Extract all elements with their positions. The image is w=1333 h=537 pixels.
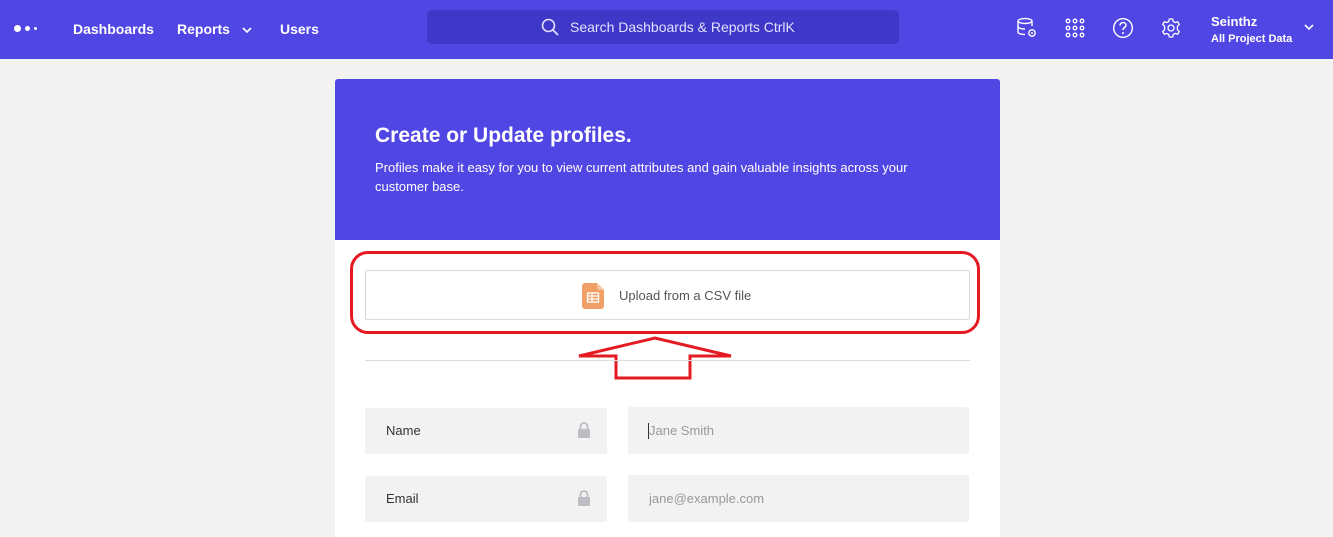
- nav-users[interactable]: Users: [280, 20, 319, 38]
- settings-gear-icon[interactable]: [1160, 17, 1182, 39]
- nav-reports-label: Reports: [177, 21, 230, 37]
- nav-reports[interactable]: Reports: [177, 20, 252, 38]
- nav-dashboards[interactable]: Dashboards: [73, 20, 154, 38]
- upload-csv-label: Upload from a CSV file: [619, 288, 752, 303]
- page-description: Profiles make it easy for you to view cu…: [375, 160, 908, 194]
- annotation-arrow-icon: [578, 336, 732, 380]
- name-field-label: Name: [365, 408, 607, 454]
- email-field-label: Email: [365, 476, 607, 522]
- email-label: Email: [386, 491, 419, 506]
- apps-grid-icon[interactable]: [1064, 17, 1086, 39]
- lock-icon: [578, 490, 590, 506]
- user-name: Seinthz: [1211, 14, 1258, 29]
- card-header: Create or Update profiles. Profiles make…: [335, 79, 1000, 240]
- section-divider: [365, 360, 970, 361]
- user-menu[interactable]: Seinthz All Project Data: [1211, 14, 1292, 46]
- search-placeholder: Search Dashboards & Reports CtrlK: [570, 19, 795, 35]
- search-bar[interactable]: Search Dashboards & Reports CtrlK: [427, 10, 899, 44]
- database-settings-icon[interactable]: [1016, 17, 1038, 39]
- name-input[interactable]: [628, 407, 969, 454]
- search-icon: [541, 18, 559, 36]
- lock-icon: [578, 422, 590, 438]
- chevron-down-icon: [242, 27, 252, 34]
- upload-csv-button[interactable]: Upload from a CSV file: [365, 270, 970, 320]
- page-title: Create or Update profiles.: [375, 124, 632, 147]
- logo-icon[interactable]: [14, 24, 40, 34]
- name-label: Name: [386, 423, 421, 438]
- project-name: All Project Data: [1211, 33, 1293, 45]
- text-cursor: [648, 423, 649, 439]
- email-input[interactable]: [628, 475, 969, 522]
- csv-file-icon: [582, 283, 604, 309]
- help-icon[interactable]: [1112, 17, 1134, 39]
- chevron-down-icon[interactable]: [1304, 24, 1314, 30]
- top-navigation-bar: Dashboards Reports Users Search Dashboar…: [0, 0, 1333, 59]
